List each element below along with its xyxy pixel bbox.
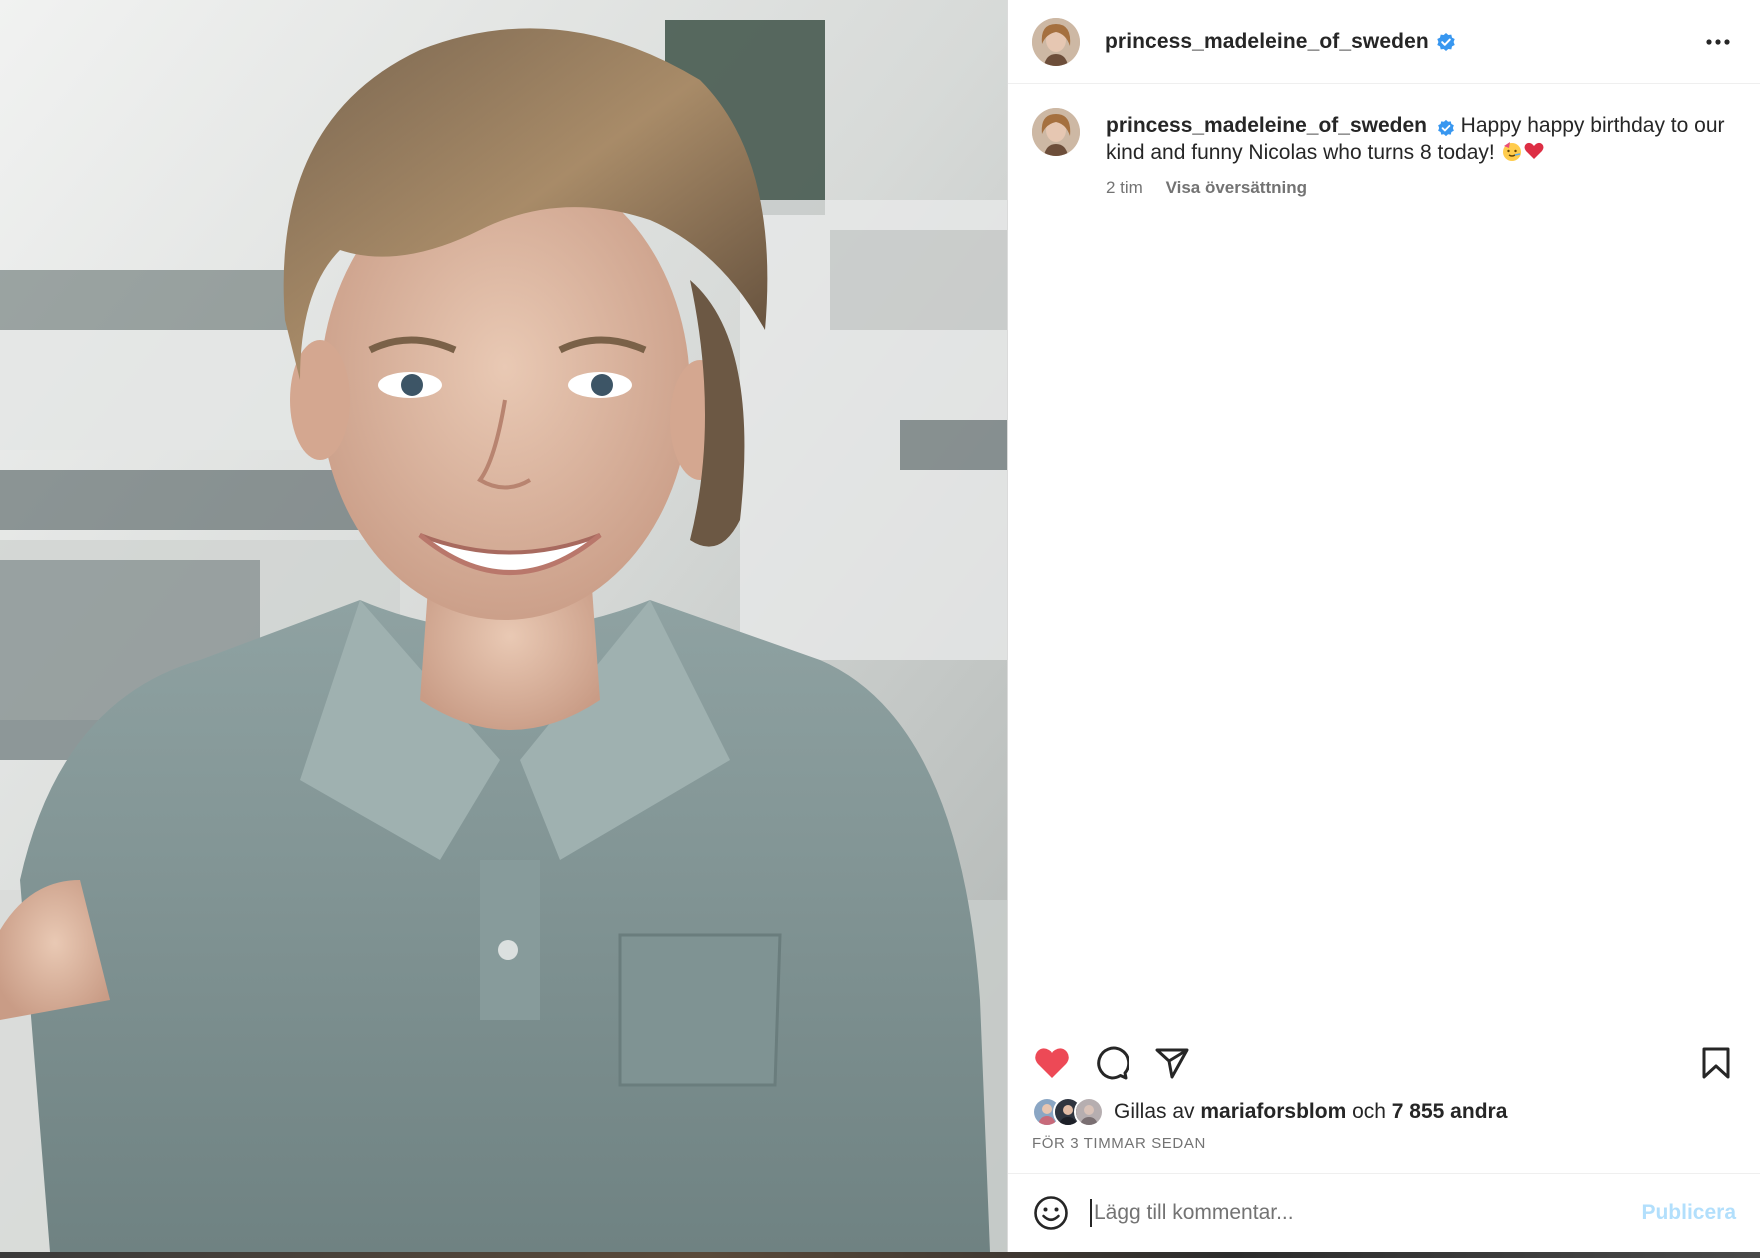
liker-avatar [1074,1097,1104,1127]
likes-conjunction: och [1352,1100,1386,1123]
more-options-button[interactable] [1700,24,1736,60]
verified-badge-icon [1436,32,1456,52]
first-liker-link[interactable]: mariaforsblom [1200,1100,1346,1124]
caption-author-avatar[interactable] [1032,108,1080,156]
save-button[interactable] [1696,1043,1736,1083]
post-photo-illustration [0,0,1007,1252]
red-heart-emoji-icon [1523,140,1545,162]
caption-username[interactable]: princess_madeleine_of_sweden [1106,114,1427,137]
see-translation-button[interactable]: Visa översättning [1166,178,1307,197]
partying-face-emoji-icon [1501,140,1523,162]
caption-author-avatar-image [1032,108,1080,156]
liker-avatars[interactable] [1032,1097,1104,1127]
comment-icon [1097,1046,1129,1080]
caption-verified-badge-icon [1437,117,1455,137]
header-username[interactable]: princess_madeleine_of_sweden [1105,30,1429,54]
post-side-panel: princess_madeleine_of_sweden princess_ma… [1007,0,1760,1252]
author-avatar-image [1032,17,1080,66]
post-photo[interactable] [0,0,1007,1252]
caption-age[interactable]: 2 tim [1106,178,1143,197]
share-icon [1155,1048,1189,1079]
instagram-post-modal: princess_madeleine_of_sweden princess_ma… [0,0,1760,1252]
likes-summary: Gillas av mariaforsblom och 7 855 andra [1008,1093,1760,1131]
post-actions [1008,1033,1760,1093]
publish-button[interactable]: Publicera [1641,1201,1736,1225]
comment-composer: Publicera [1008,1173,1760,1252]
likes-prefix: Gillas av [1114,1100,1195,1123]
caption-meta: 2 tim Visa översättning [1106,174,1726,201]
emoji-picker-button[interactable] [1032,1194,1070,1232]
post-header: princess_madeleine_of_sweden [1008,0,1760,84]
other-likers-link[interactable]: 7 855 andra [1392,1100,1508,1124]
more-horizontal-icon [1706,38,1730,45]
heart-filled-icon [1035,1048,1069,1078]
comments-area: princess_madeleine_of_sweden Happy happy… [1008,84,1760,1033]
comment-input[interactable] [1090,1199,1642,1227]
caption-body: princess_madeleine_of_sweden Happy happy… [1106,112,1726,201]
author-avatar[interactable] [1032,17,1080,66]
comment-button[interactable] [1092,1043,1132,1083]
smiley-icon [1034,1196,1068,1230]
bookmark-icon [1702,1047,1730,1079]
caption: princess_madeleine_of_sweden Happy happy… [1032,108,1736,201]
post-timestamp[interactable]: FÖR 3 TIMMAR SEDAN [1008,1135,1760,1161]
like-button[interactable] [1032,1043,1072,1083]
share-button[interactable] [1152,1043,1192,1083]
window-bottom-edge [0,1252,1760,1258]
